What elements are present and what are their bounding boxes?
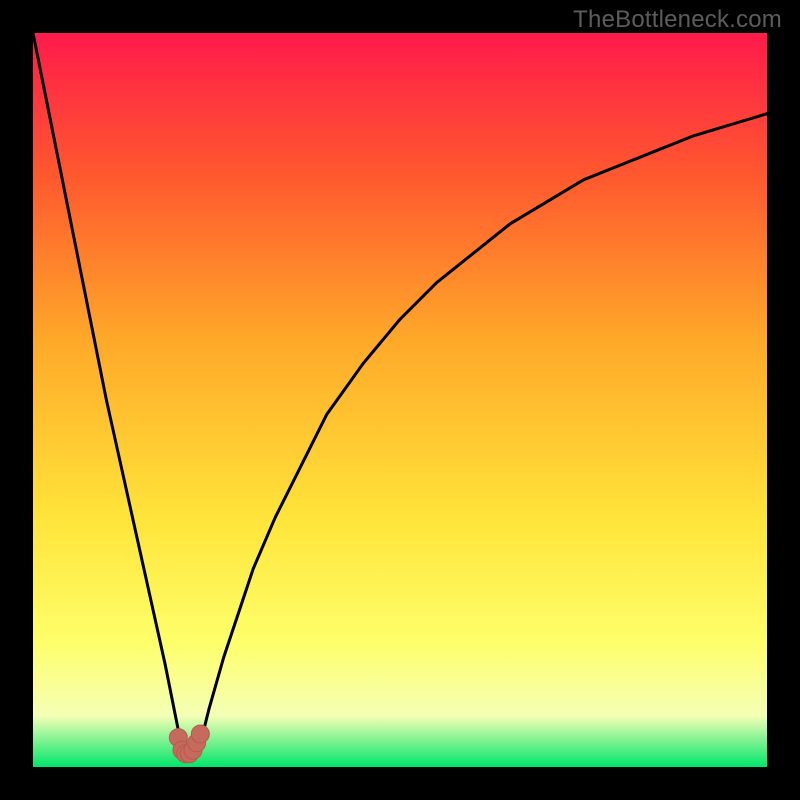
minimum-marker — [191, 725, 209, 743]
watermark-label: TheBottleneck.com — [573, 6, 782, 34]
chart-svg — [33, 33, 767, 767]
chart-frame: TheBottleneck.com — [0, 0, 800, 800]
gradient-background — [33, 33, 767, 767]
plot-area — [33, 33, 767, 767]
